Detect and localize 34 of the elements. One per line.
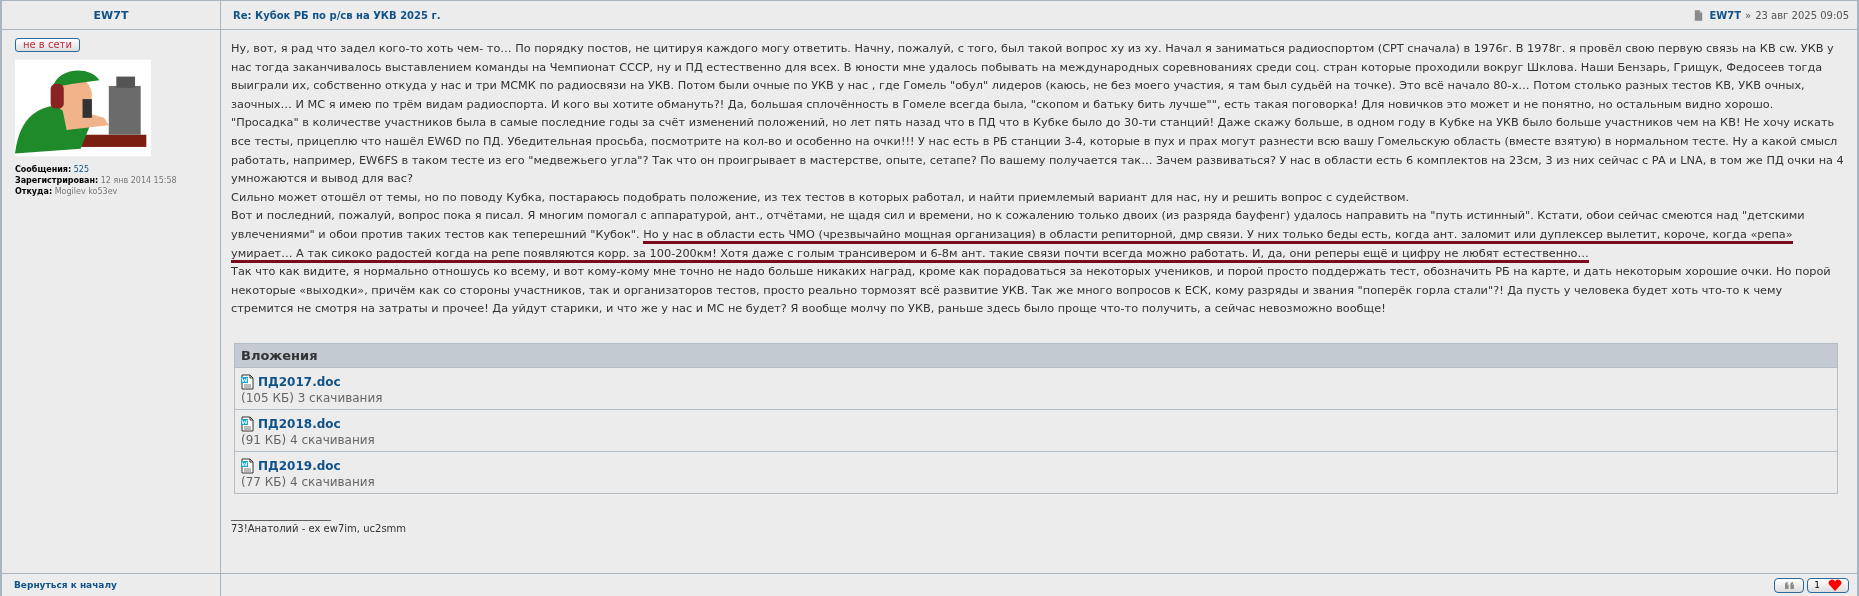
post-icon (1694, 9, 1704, 21)
status-badge: не в сети (15, 38, 80, 52)
post-paragraph: "Просадка" в количестве участников была в самые последние годы за счёт изменений положений, но лет пять назад что в ПД что в Кубке было до 30-ти станций! Даже скажу больше, в одном году в Кубке на УКВ было больше участников чем на КВ! Не хочу искать все тесты, прицеплю что нашёл EW6D по ПД. Убедительная просьба, посмотрите на кол-во и особенно на очки!!! У нас есть в РБ станции 3-4, которые в пух и прах могут разнести всю вашу Гомельскую область (вместе взятую) в нормальном тесте. Ну а какой смысл работать, например, EW6FS в таком тесте из его "медвежьего угла"? Так что он проигрывает в мастерстве, опыте, сетапе? По вашему получается так… Зачем развиваться? У нас в области есть 6 комплектов на 23см, 3 из них сейчас с PA и LNA, в том же ПД очки на 4 умножаются и вывод для вас? (231, 115, 1845, 188)
field-value: Mogilev ko53ev (54, 187, 118, 196)
post-paragraph: Ну, вот, я рад что задел кого-то хоть чем- то… По порядку постов, не цитируя каждого могу ответить. Начну, пожалуй, с того, был такой вопрос ху из ху. Начал я заниматься радиоспортом (СРТ сначала) в 1976г. В 1978г. я провёл свою первую связь на КВ cw. УКВ у нас тогда заканчивалось выставлением команды на Чемпионат СССР, ну и ПД естественно для всех. В юности мне удалось побывать на международных соревнованиях среди соц. стран которые проходили вокруг Шклова. Наши Бензарь, Грищук, Федосеев тогда выиграли их, собственно откуда у нас и три МСМК по радиосвязи на УКВ. Потом были очные по УКВ у нас , где Гомель "обул" лидеров (каюсь, не без моего участия, я там был судьёй на точке). Это всё начало 80-х… Потом столько разных тестов КВ, УКВ очных, заочных… И МС я имею по трём видам радиоспорта. И кого вы хотите обмануть?! Да, большая сплочённость в Гомеле всегда была, "скопом и батьку бить лучше"", есть такая поговорка! Для новичков это может и не понятно, но остальным видно хорошо. (231, 41, 1835, 113)
file-link[interactable]: ПД2018.doc (258, 416, 341, 431)
file-link[interactable]: ПД2017.doc (258, 374, 341, 389)
document-icon (241, 373, 254, 390)
post-date: 23 авг 2025 09:05 (1755, 9, 1849, 21)
field-value-link[interactable]: 525 (73, 165, 89, 174)
field-label: Откуда: (15, 187, 53, 196)
post-title-link[interactable]: Re: Кубок РБ по р/св на УКВ 2025 г. (233, 9, 441, 21)
back-to-top-link[interactable]: Вернуться к началу (14, 580, 117, 590)
post-paragraph: Так что как видите, я нормально отношусь ко всему, и вот кому-кому мне точно не надо больше никаких наград, кроме как порадоваться за некоторых учеников, и порой просто поддержать тест, обозначить РБ на карте, и дать некоторым хорошие очки. Но порой некоторые «выходки», причём как со стороны участников, так и организаторов тестов, просто реально тормозят всё развитие УКВ. Так же много вопросов к ЕСК, кому разряды и звания "поперёк горла стали"?! Да пусть у человека будет хоть что-то к чему стремится не смотря на затраты и прочее! Да уйдут старики, и что же у нас и МС не будет? Я вообще молчу по УКВ, раньше здесь было проще что-то получить, а сейчас невозможно вообще! (231, 264, 1832, 318)
heart-icon (1828, 579, 1842, 591)
file-info: (105 КБ) 3 скачивания (241, 390, 384, 405)
like-button[interactable]: 1 (1807, 577, 1849, 593)
document-icon (241, 415, 254, 432)
author-link[interactable]: EW7T (1709, 9, 1742, 21)
attachments-header: Вложения (235, 343, 1837, 368)
field-label: Сообщения: (15, 165, 72, 174)
quote-button[interactable] (1774, 577, 1805, 593)
field-value: 12 янв 2014 15:58 (100, 176, 177, 185)
field-label: Зарегистрирован: (15, 176, 99, 185)
file-link[interactable]: ПД2019.doc (258, 458, 341, 473)
file-info: (77 КБ) 4 скачивания (241, 474, 376, 489)
post-paragraph: Сильно может отошёл от темы, но по поводу Кубка, постараюсь подобрать положение, из тех тестов в которых работал, и найти приемлемый вариант для нас, ну и решить вопрос с судейством. (231, 189, 1411, 206)
separator-text: » (1745, 9, 1752, 21)
signature: 73!Анатолий - ex ew7im, uc2smm (231, 522, 407, 534)
quote-icon (1784, 581, 1794, 589)
signature-rule: ____________________ (231, 509, 332, 520)
file-info: (91 КБ) 4 скачивания (241, 432, 376, 447)
document-icon (241, 457, 254, 474)
username-link[interactable]: EW7T (93, 8, 129, 22)
